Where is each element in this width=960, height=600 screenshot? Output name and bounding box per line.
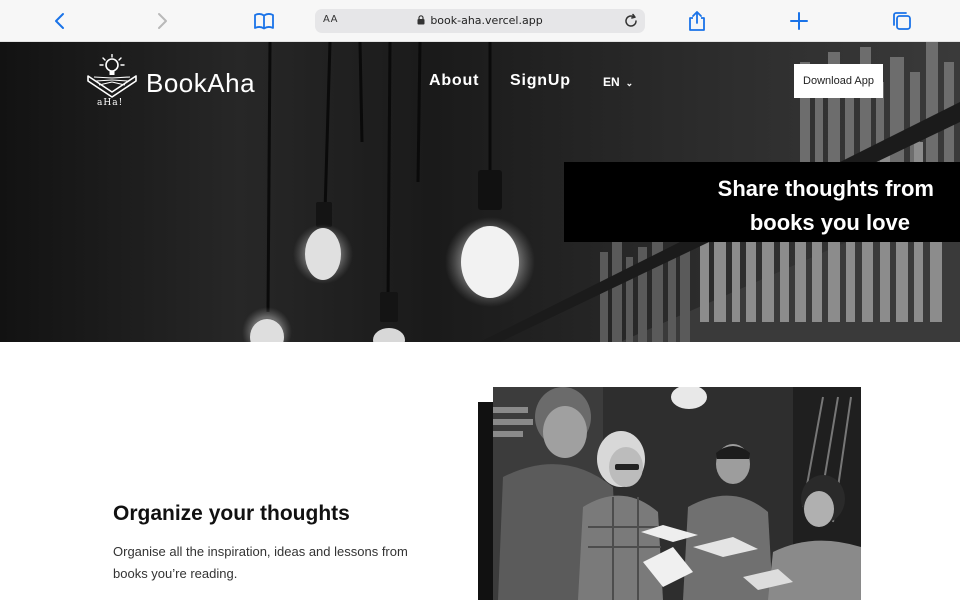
logo-icon: [87, 54, 137, 98]
bookmarks-icon[interactable]: [252, 9, 276, 33]
chevron-down-icon: ⌄: [625, 78, 634, 88]
hero-section: aHa! BookAha About SignUp EN ⌄ Download A…: [0, 42, 960, 342]
download-app-button[interactable]: Download App: [794, 64, 883, 98]
reload-icon[interactable]: [623, 13, 639, 29]
address-bar[interactable]: AA book-aha.vercel.app: [315, 9, 645, 33]
nav-about-link[interactable]: About: [429, 72, 479, 90]
feature-title: Organize your thoughts: [113, 502, 350, 525]
language-label: EN: [603, 75, 620, 89]
url-text: book-aha.vercel.app: [430, 14, 543, 27]
logo-wordmark: BookAha: [146, 68, 256, 98]
share-icon[interactable]: [685, 9, 709, 33]
forward-icon[interactable]: [150, 9, 174, 33]
tabs-icon[interactable]: [890, 9, 914, 33]
logo-subtext: aHa!: [97, 98, 124, 108]
back-icon[interactable]: [48, 9, 72, 33]
hero-tagline: Share thoughts from books you love: [574, 172, 934, 240]
tagline-panel: Share thoughts from books you love: [564, 162, 960, 242]
hero-tagline-line1: Share thoughts from: [717, 176, 934, 201]
nav-signup-link[interactable]: SignUp: [510, 72, 571, 90]
feature-description: Organise all the inspiration, ideas and …: [113, 544, 408, 581]
feature-photo: [493, 387, 861, 600]
new-tab-icon[interactable]: [787, 9, 811, 33]
logo[interactable]: aHa! BookAha: [86, 54, 256, 114]
browser-toolbar: AA book-aha.vercel.app: [0, 0, 960, 42]
language-selector[interactable]: EN ⌄: [603, 75, 633, 89]
hero-tagline-line2: books you love: [749, 210, 910, 235]
lock-icon: [417, 15, 425, 28]
